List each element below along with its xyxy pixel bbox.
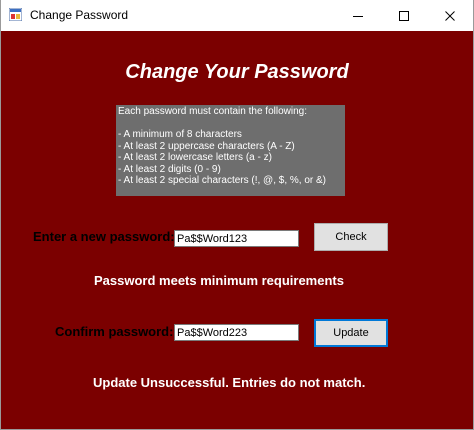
- page-title: Change Your Password: [125, 61, 349, 83]
- update-button[interactable]: Update: [314, 319, 388, 347]
- window-title: Change Password: [30, 8, 129, 22]
- title-bar[interactable]: Change Password: [1, 0, 473, 31]
- new-password-input[interactable]: Pa$$Word123: [174, 230, 299, 247]
- minimize-button[interactable]: [335, 0, 381, 31]
- maximize-icon: [399, 10, 409, 21]
- close-button[interactable]: [427, 0, 473, 31]
- rules-line: Each password must contain the following…: [118, 106, 307, 117]
- minimize-icon: [353, 15, 363, 17]
- rules-line: - At least 2 special characters (!, @, $…: [118, 175, 327, 186]
- app-icon: [8, 7, 23, 22]
- rules-line: - A minimum of 8 characters: [118, 129, 242, 140]
- rules-line: - At least 2 uppercase characters (A - Z…: [118, 140, 295, 152]
- close-icon: [445, 10, 455, 21]
- check-button[interactable]: Check: [314, 223, 388, 251]
- update-result-message: Update Unsuccessful. Entries do not matc…: [93, 375, 366, 390]
- rules-line: - At least 2 lowercase letters (a - z): [118, 152, 272, 163]
- maximize-button[interactable]: [381, 0, 427, 31]
- confirm-password-input[interactable]: Pa$$Word223: [174, 324, 299, 341]
- form-client-area: Change Your Password Each password must …: [1, 31, 473, 429]
- password-rules-box: Each password must contain the following…: [116, 105, 345, 196]
- check-result-message: Password meets minimum requirements: [94, 273, 344, 288]
- rules-line: [118, 118, 343, 130]
- rules-line: - At least 2 digits (0 - 9): [118, 163, 221, 175]
- new-password-label: Enter a new password:: [33, 229, 175, 244]
- confirm-password-label: Confirm password:: [55, 324, 174, 339]
- change-password-window: Change Password Change Your Password Eac…: [0, 0, 474, 430]
